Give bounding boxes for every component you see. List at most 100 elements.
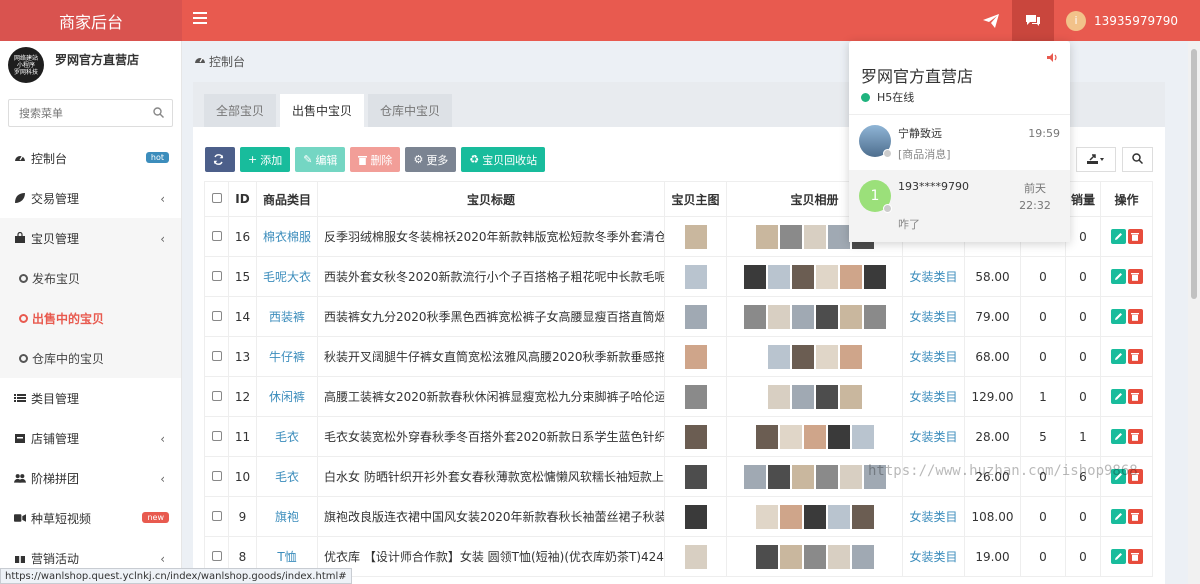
album-image[interactable] — [767, 464, 790, 489]
row-checkbox[interactable] — [211, 270, 222, 281]
conversation-item[interactable]: 宁静致远 19:59 [商品消息] — [849, 115, 1070, 170]
album-image[interactable] — [779, 224, 802, 249]
album-image[interactable] — [767, 304, 790, 329]
album-image[interactable] — [863, 264, 886, 289]
album-image[interactable] — [803, 504, 826, 529]
edit-row-button[interactable] — [1110, 309, 1126, 324]
breadcrumb-label[interactable]: 控制台 — [209, 53, 245, 70]
category-cell[interactable]: 棉衣棉服 — [256, 216, 318, 257]
edit-row-button[interactable] — [1110, 549, 1126, 564]
row-checkbox[interactable] — [211, 310, 222, 321]
row-checkbox[interactable] — [211, 550, 222, 561]
class-cell[interactable]: 女装类目 — [902, 336, 965, 377]
sidebar-item-publish[interactable]: 发布宝贝 — [0, 258, 181, 298]
album-image[interactable] — [815, 464, 838, 489]
album-image[interactable] — [803, 224, 826, 249]
album-image[interactable] — [851, 424, 874, 449]
album-image[interactable] — [755, 504, 778, 529]
category-cell[interactable]: 毛衣 — [256, 456, 318, 497]
edit-row-button[interactable] — [1110, 349, 1126, 364]
class-cell[interactable]: 女装类目 — [902, 416, 965, 457]
category-cell[interactable]: 毛衣 — [256, 416, 318, 457]
delete-row-button[interactable] — [1127, 349, 1143, 364]
edit-row-button[interactable] — [1110, 429, 1126, 444]
select-all-cell[interactable] — [204, 181, 229, 217]
row-checkbox[interactable] — [211, 430, 222, 441]
tab-all-goods[interactable]: 全部宝贝 — [204, 94, 277, 127]
sidebar-item-trade[interactable]: 交易管理 ‹ — [0, 178, 181, 218]
main-image[interactable] — [684, 384, 707, 409]
album-image[interactable] — [755, 424, 778, 449]
scrollbar-thumb[interactable] — [1191, 49, 1197, 299]
edit-row-button[interactable] — [1110, 269, 1126, 284]
album-image[interactable] — [827, 544, 850, 569]
category-cell[interactable]: 西装裤 — [256, 296, 318, 337]
row-checkbox[interactable] — [211, 470, 222, 481]
album-image[interactable] — [803, 424, 826, 449]
recycle-bin-button[interactable]: ♻ 宝贝回收站 — [461, 147, 546, 172]
album-image[interactable] — [779, 424, 802, 449]
main-image[interactable] — [684, 464, 707, 489]
album-image[interactable] — [791, 304, 814, 329]
delete-row-button[interactable] — [1127, 429, 1143, 444]
row-checkbox[interactable] — [211, 510, 222, 521]
category-cell[interactable]: 毛呢大衣 — [256, 256, 318, 297]
album-image[interactable] — [851, 504, 874, 529]
user-menu[interactable]: i 13935979790 — [1054, 0, 1200, 41]
menu-toggle-icon[interactable] — [193, 12, 207, 24]
brand-title[interactable]: 商家后台 — [0, 0, 182, 41]
sidebar-item-warehouse[interactable]: 仓库中的宝贝 — [0, 338, 181, 378]
album-image[interactable] — [815, 264, 838, 289]
class-cell[interactable]: 女装类目 — [902, 536, 965, 577]
sidebar-item-dashboard[interactable]: 控制台 hot — [0, 138, 181, 178]
delete-row-button[interactable] — [1127, 389, 1143, 404]
sidebar-item-video[interactable]: 种草短视频 new — [0, 498, 181, 538]
row-checkbox[interactable] — [211, 390, 222, 401]
album-image[interactable] — [839, 264, 862, 289]
send-icon[interactable] — [970, 0, 1012, 41]
album-image[interactable] — [839, 384, 862, 409]
refresh-button[interactable] — [205, 147, 235, 172]
delete-button[interactable]: 删除 — [350, 147, 401, 172]
album-image[interactable] — [767, 384, 790, 409]
class-cell[interactable]: 女装类目 — [902, 256, 965, 297]
album-image[interactable] — [791, 384, 814, 409]
album-image[interactable] — [755, 224, 778, 249]
album-image[interactable] — [791, 344, 814, 369]
class-cell[interactable]: 女装类目 — [902, 376, 965, 417]
album-image[interactable] — [851, 544, 874, 569]
album-image[interactable] — [815, 384, 838, 409]
row-checkbox[interactable] — [211, 350, 222, 361]
menu-search-input[interactable] — [9, 100, 139, 126]
album-image[interactable] — [767, 264, 790, 289]
delete-row-button[interactable] — [1127, 229, 1143, 244]
sidebar-item-category[interactable]: 类目管理 — [0, 378, 181, 418]
album-image[interactable] — [779, 544, 802, 569]
table-search-button[interactable] — [1122, 147, 1153, 172]
main-image[interactable] — [684, 264, 707, 289]
class-cell[interactable]: 女装类目 — [902, 296, 965, 337]
search-icon[interactable] — [153, 107, 164, 121]
album-image[interactable] — [791, 264, 814, 289]
column-header[interactable]: ID — [228, 181, 257, 217]
delete-row-button[interactable] — [1127, 549, 1143, 564]
album-image[interactable] — [767, 344, 790, 369]
album-image[interactable] — [827, 504, 850, 529]
album-image[interactable] — [743, 464, 766, 489]
edit-row-button[interactable] — [1110, 509, 1126, 524]
sidebar-item-goods[interactable]: 宝贝管理 ‹ — [0, 218, 181, 258]
main-image[interactable] — [684, 504, 707, 529]
album-image[interactable] — [827, 224, 850, 249]
category-cell[interactable]: 休闲裤 — [256, 376, 318, 417]
sidebar-item-store[interactable]: 店铺管理 ‹ — [0, 418, 181, 458]
add-button[interactable]: + 添加 — [240, 147, 291, 172]
category-cell[interactable]: 牛仔裤 — [256, 336, 318, 377]
album-image[interactable] — [839, 304, 862, 329]
edit-row-button[interactable] — [1110, 389, 1126, 404]
category-cell[interactable]: 旗袍 — [256, 496, 318, 537]
delete-row-button[interactable] — [1127, 269, 1143, 284]
sidebar-item-on-sale[interactable]: 出售中的宝贝 — [0, 298, 181, 338]
export-button[interactable] — [1076, 147, 1116, 172]
album-image[interactable] — [755, 544, 778, 569]
main-image[interactable] — [684, 344, 707, 369]
